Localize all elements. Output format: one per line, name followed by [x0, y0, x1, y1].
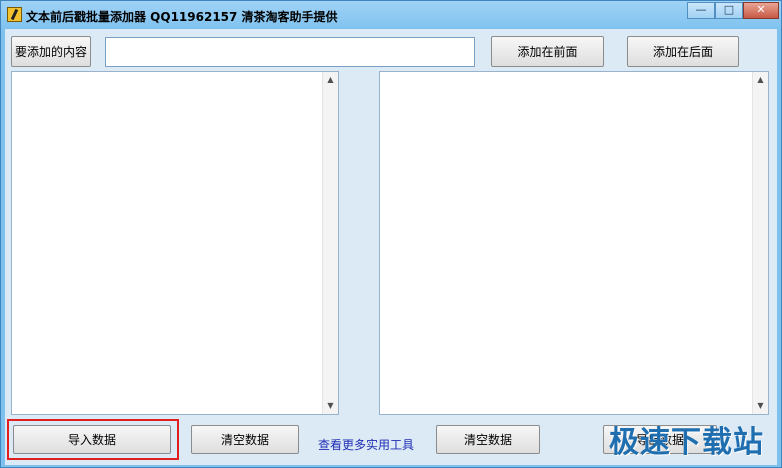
highlight-box: [7, 419, 179, 460]
clear-source-button[interactable]: 清空数据: [191, 425, 299, 454]
content-label-button[interactable]: 要添加的内容: [11, 36, 91, 67]
source-list-scrollbar[interactable]: ▲ ▼: [322, 72, 338, 414]
client-area: 要添加的内容 添加在前面 添加在后面 ▲ ▼ ▲ ▼ 导入数据 清空数据 查看更…: [5, 29, 777, 465]
app-window: 文本前后戳批量添加器 QQ11962157 清茶淘客助手提供 — □ ✕ 要添加…: [0, 0, 782, 468]
more-tools-link[interactable]: 查看更多实用工具: [318, 436, 414, 453]
minimize-button[interactable]: —: [687, 2, 715, 19]
content-input[interactable]: [105, 37, 475, 67]
app-pen-icon: [7, 7, 22, 22]
add-front-button[interactable]: 添加在前面: [491, 36, 604, 67]
clear-result-button[interactable]: 清空数据: [436, 425, 540, 454]
title-bar: 文本前后戳批量添加器 QQ11962157 清茶淘客助手提供 — □ ✕: [1, 1, 781, 29]
close-button[interactable]: ✕: [743, 2, 779, 19]
add-back-button[interactable]: 添加在后面: [627, 36, 739, 67]
maximize-button[interactable]: □: [715, 2, 743, 19]
scroll-up-arrow-icon[interactable]: ▲: [753, 72, 768, 88]
source-data-list[interactable]: ▲ ▼: [11, 71, 339, 415]
scroll-down-arrow-icon[interactable]: ▼: [753, 398, 768, 414]
scroll-down-arrow-icon[interactable]: ▼: [323, 398, 338, 414]
result-data-list[interactable]: ▲ ▼: [379, 71, 769, 415]
scroll-up-arrow-icon[interactable]: ▲: [323, 72, 338, 88]
result-list-scrollbar[interactable]: ▲ ▼: [752, 72, 768, 414]
window-title: 文本前后戳批量添加器 QQ11962157 清茶淘客助手提供: [26, 10, 338, 24]
watermark-logo: 极速下载站: [609, 425, 764, 460]
